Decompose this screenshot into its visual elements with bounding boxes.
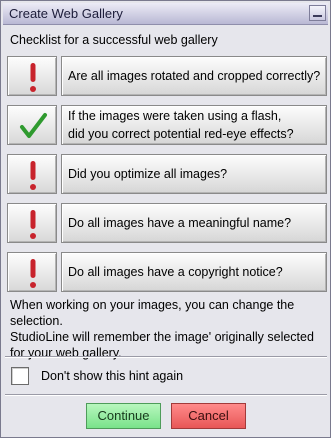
cancel-button[interactable]: Cancel bbox=[171, 403, 246, 429]
status-button[interactable] bbox=[7, 105, 57, 145]
status-button[interactable] bbox=[7, 203, 57, 243]
checklist-item-button[interactable]: Did you optimize all images? bbox=[61, 154, 327, 194]
checklist-item-label: If the images were taken using a flash, … bbox=[68, 109, 294, 141]
checkmark-icon bbox=[20, 113, 47, 138]
checklist-item: Did you optimize all images? bbox=[7, 154, 327, 194]
dont-show-label[interactable]: Don't show this hint again bbox=[41, 369, 183, 383]
checklist-item-label: Are all images rotated and cropped corre… bbox=[68, 69, 321, 83]
exclamation-icon bbox=[30, 63, 36, 92]
checklist-item-button[interactable]: If the images were taken using a flash, … bbox=[61, 105, 327, 145]
checklist-item: Do all images have a meaningful name? bbox=[7, 203, 327, 243]
checklist-item-label: Do all images have a copyright notice? bbox=[68, 265, 283, 279]
exclamation-icon bbox=[30, 210, 36, 239]
title-bar[interactable]: Create Web Gallery bbox=[3, 3, 328, 25]
checklist-item-button[interactable]: Do all images have a meaningful name? bbox=[61, 203, 327, 243]
divider bbox=[5, 356, 327, 358]
create-web-gallery-dialog: Create Web Gallery Checklist for a succe… bbox=[0, 0, 331, 438]
checklist-heading: Checklist for a successful web gallery bbox=[10, 33, 218, 47]
status-button[interactable] bbox=[7, 252, 57, 292]
dont-show-checkbox[interactable] bbox=[11, 367, 29, 385]
window-title: Create Web Gallery bbox=[9, 6, 123, 21]
minimize-button[interactable] bbox=[309, 5, 326, 21]
checklist-item: Are all images rotated and cropped corre… bbox=[7, 56, 327, 96]
continue-button[interactable]: Continue bbox=[86, 403, 161, 429]
status-button[interactable] bbox=[7, 154, 57, 194]
minimize-icon bbox=[313, 15, 322, 17]
checklist-item: Do all images have a copyright notice? bbox=[7, 252, 327, 292]
divider bbox=[5, 394, 327, 396]
checklist-item-button[interactable]: Are all images rotated and cropped corre… bbox=[61, 56, 327, 96]
checklist-item: If the images were taken using a flash, … bbox=[7, 105, 327, 145]
exclamation-icon bbox=[30, 259, 36, 288]
checklist-item-label: Do all images have a meaningful name? bbox=[68, 216, 292, 230]
checklist-item-label: Did you optimize all images? bbox=[68, 167, 228, 181]
checklist-item-button[interactable]: Do all images have a copyright notice? bbox=[61, 252, 327, 292]
exclamation-icon bbox=[30, 161, 36, 190]
info-text: When working on your images, you can cha… bbox=[10, 298, 314, 360]
status-button[interactable] bbox=[7, 56, 57, 96]
